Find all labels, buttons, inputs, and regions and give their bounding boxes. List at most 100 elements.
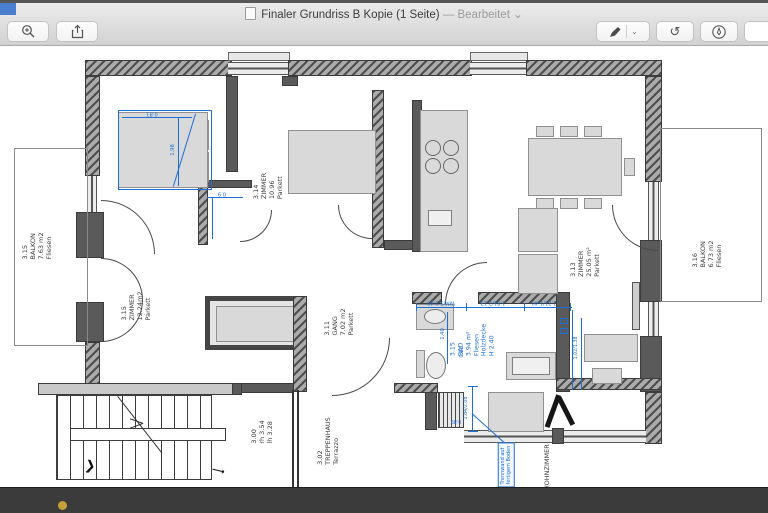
door-arc-living <box>332 338 390 396</box>
balcony-right-railing <box>660 128 762 302</box>
blue-dim-tick <box>468 386 478 387</box>
title-edited: — Bearbeitet <box>443 9 510 21</box>
dining-table <box>528 138 622 196</box>
exterior-wall-top-mid <box>288 60 472 76</box>
stove-burner <box>425 158 441 174</box>
blue-dim-line <box>178 118 179 186</box>
toilet-bowl <box>426 352 446 379</box>
window-titlebar: Finaler Grundriss B Kopie (1 Seite) — Be… <box>0 0 768 46</box>
blue-dim-label: 0.81 <box>146 110 158 117</box>
blue-dim-label: 1.84/2.08 <box>464 397 470 420</box>
screen-top-edge <box>0 0 768 3</box>
exterior-wall-right-lower <box>645 392 662 444</box>
kitchen-counter <box>420 110 468 252</box>
north-arrow-leg <box>557 396 576 426</box>
label-bad: 3.15 BAD 3.94 m² Fliesen Holzdecke H 2.4… <box>449 324 496 356</box>
stove-burner <box>425 140 441 156</box>
label-gang: 3.11 GANG 7.02 m2 Parkett <box>323 308 356 335</box>
stair-exit-arrow: ⟶ <box>210 465 225 479</box>
blue-dim-line <box>572 310 573 390</box>
double-wall-line <box>292 390 299 487</box>
interior-wall <box>226 76 238 172</box>
blue-dim-tick <box>570 303 571 311</box>
marker-pen-icon <box>608 25 622 39</box>
magnifier-plus-icon <box>21 24 36 39</box>
rotate-left-icon: ↺ <box>670 24 681 40</box>
sofa <box>518 254 558 294</box>
sofa <box>518 208 558 252</box>
storage-wardrobe <box>216 306 294 342</box>
label-treppenhaus: 3.02 TREPPENHAUS Terrazzo <box>316 417 340 465</box>
blue-dim-label: 0.89 <box>451 417 462 423</box>
document-icon <box>245 7 256 20</box>
label-wohnzimmer: WOHNZIMMER <box>543 444 551 492</box>
label-300: 3.00 rh 3.54 lh 3.28 <box>250 420 274 443</box>
blue-dim-label: 0.9 <box>218 190 226 197</box>
bathtub-inner <box>512 357 550 375</box>
living-furniture <box>488 392 544 432</box>
exterior-wall-top-right <box>526 60 662 76</box>
blue-annotation-rect <box>118 110 212 190</box>
markup-circle-icon <box>711 24 727 40</box>
window-left-1 <box>87 176 97 212</box>
markup-pen-button[interactable]: ⌄ <box>596 21 650 42</box>
exterior-wall-left-lower <box>85 342 100 386</box>
stair-landing-slab <box>38 383 236 395</box>
window-sill <box>470 52 528 61</box>
wall-stub <box>232 383 242 395</box>
chair <box>584 198 602 209</box>
dock-indicator-dot <box>58 501 67 510</box>
chair <box>560 198 578 209</box>
chevron-down-icon[interactable]: ⌄ <box>631 27 638 36</box>
wall-pier <box>552 428 564 444</box>
label-zimmer-314: 3.14 ZIMMER 10.96 Parkett <box>252 173 285 199</box>
zoom-button[interactable] <box>7 21 49 42</box>
chair <box>584 126 602 137</box>
label-balkon-left: 3.15 BALKON 7.63 m2 Fliesen <box>21 232 54 259</box>
sideboard <box>584 334 638 362</box>
title-chevron-icon[interactable]: ⌄ <box>513 9 523 21</box>
door-arc-room-314 <box>240 210 272 242</box>
blue-dim-label: 0.82 <box>459 346 465 357</box>
door-arc-balcony-upper <box>101 200 155 254</box>
blue-dim-tick <box>416 303 417 311</box>
blue-dim-line <box>472 386 473 432</box>
bottom-dark-bar <box>0 487 768 513</box>
blue-dim-line <box>212 197 213 239</box>
toilet-tank <box>416 350 425 378</box>
window-top-1 <box>228 62 290 75</box>
blue-dim-label: 1.98 <box>170 144 177 156</box>
chair <box>536 126 554 137</box>
stove-burner <box>443 140 459 156</box>
share-icon <box>70 24 85 39</box>
button-divider <box>626 25 627 38</box>
blue-callout: Trennwand auf fertigem Boden <box>498 443 515 488</box>
share-button[interactable] <box>56 21 98 42</box>
side-table <box>592 368 622 384</box>
rotate-button[interactable]: ↺ <box>656 21 694 42</box>
label-balkon-right: 3.16 BALKON 6.73 m2 Fliesen <box>691 240 724 267</box>
blue-dim-label: 1.81/2.13 <box>481 299 506 306</box>
window-top-2 <box>470 62 528 75</box>
interior-wall <box>384 240 414 250</box>
markup-toolbar-button[interactable] <box>700 21 738 42</box>
wall-stub <box>425 392 437 430</box>
basin-bowl <box>424 309 446 324</box>
blue-annotation-mark <box>560 328 568 334</box>
chair <box>560 126 578 137</box>
blue-dim-label: 1.40 <box>440 328 447 340</box>
blue-dim-line <box>122 117 192 118</box>
title-main: Finaler Grundriss B Kopie (1 Seite) <box>261 9 439 21</box>
blue-dim-tick <box>466 303 467 311</box>
floorplan-canvas[interactable]: 3.15 BALKON 7.63 m2 Fliesen 3.15 ZIMMER 1… <box>0 45 768 487</box>
stove-burner <box>443 158 459 174</box>
window-right-2 <box>648 302 659 336</box>
exterior-wall-top-left <box>85 60 232 76</box>
label-zimmer-315: 3.15 ZIMMER 12.24m2 Parkett <box>120 291 153 320</box>
search-input[interactable] <box>744 21 768 42</box>
blue-dim-label: WM/S 1.40 <box>427 299 455 306</box>
door-arc-hall <box>338 205 372 239</box>
blue-dim-tick <box>468 431 478 432</box>
blue-dim-tick <box>524 303 525 311</box>
blue-annotation-mark <box>560 318 568 324</box>
